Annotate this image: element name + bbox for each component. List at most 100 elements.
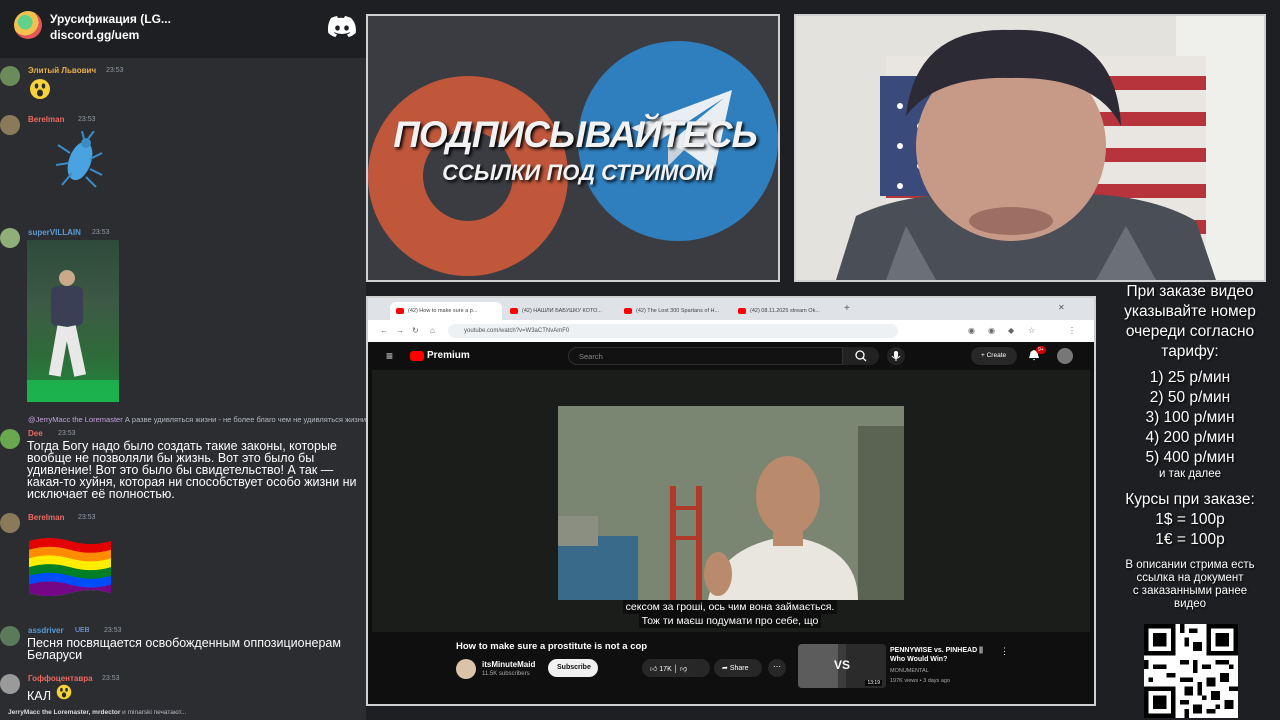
channel-avatar[interactable]: [456, 659, 476, 679]
video-title: How to make sure a prostitute is not a c…: [456, 641, 648, 652]
youtube-favicon-icon: [738, 308, 746, 314]
home-icon[interactable]: ⌂: [430, 326, 435, 335]
recommended-video-title[interactable]: PENNYWISE vs. PINHEAD || Who Would Win?: [890, 646, 990, 664]
cockroach-sticker-icon: [56, 131, 103, 188]
tariff-item: 4) 200 р/мин: [1145, 429, 1235, 446]
reply-username[interactable]: @JerryMacc the Loremaster: [28, 415, 123, 424]
username[interactable]: Элитый Львович: [28, 66, 96, 75]
browser-tab[interactable]: (42) 08.11.2025 stream Ok...: [732, 302, 844, 320]
user-avatar[interactable]: [0, 626, 20, 646]
subscribe-button[interactable]: Subscribe: [548, 659, 598, 677]
video-player[interactable]: [372, 370, 1090, 632]
youtube-header: ≡ Premium Search + Create 9+: [368, 342, 1094, 370]
rate-item: 1€ = 100р: [1155, 531, 1225, 548]
doc-text-line: видео: [1173, 598, 1207, 610]
dancing-video-attachment[interactable]: [27, 240, 119, 402]
share-button[interactable]: ➦ Share: [714, 659, 762, 677]
window-close-icon[interactable]: ✕: [1058, 303, 1065, 312]
message-text: Песня посвящается освобожденным оппозици…: [27, 636, 341, 662]
like-button[interactable]: 👍︎ 17K │ 👎︎: [642, 659, 710, 677]
server-name: Урусификация (LG...: [50, 12, 171, 26]
create-label: Create: [986, 352, 1007, 359]
share-icon: ➦: [722, 665, 728, 672]
tab-label: (42) 08.11.2025 stream Ok...: [750, 308, 820, 314]
forward-icon[interactable]: →: [396, 326, 404, 335]
thumbs-up-icon: 👍︎: [650, 666, 658, 673]
emoji-face-icon: [56, 684, 72, 700]
user-avatar[interactable]: [0, 513, 20, 533]
tariff-item: 5) 400 р/мин: [1145, 449, 1235, 466]
timestamp: 23:53: [102, 675, 120, 682]
browser-tab[interactable]: (42) How to make sure a p...: [390, 302, 502, 320]
recommended-video-channel[interactable]: MONUMENTAL: [890, 668, 929, 674]
rate-item: 1$ = 100р: [1155, 511, 1225, 528]
promo-headline: ПОДПИСЫВАЙТЕСЬ: [393, 114, 757, 155]
tariff-item: 1) 25 р/мин: [1149, 369, 1231, 386]
create-button[interactable]: + Create: [971, 347, 1017, 365]
hamburger-menu-icon[interactable]: ≡: [386, 349, 393, 363]
tab-label: (42) The Lost 300 Spartans of H...: [636, 308, 720, 314]
url-field[interactable]: youtube.com/watch?v=W3aCTNvAmF0: [448, 324, 898, 338]
browser-tab-strip: (42) How to make sure a p... (42) НАШЛИ …: [368, 298, 1094, 320]
channel-name[interactable]: itsMinuteMaid: [482, 660, 535, 669]
reply-text: А разве удивляться жизни - не более благ…: [124, 415, 366, 424]
typing-names: JerryMacc the Loremaster, mrdector: [8, 709, 121, 716]
user-avatar[interactable]: [0, 228, 20, 248]
tariff-item: 2) 50 р/мин: [1149, 389, 1231, 406]
thumbs-down-icon[interactable]: │ 👎︎: [674, 666, 687, 673]
rates-title: Курсы при заказе:: [1125, 491, 1255, 508]
video-content-image: [558, 406, 904, 600]
tab-label: (42) How to make sure a p...: [408, 308, 478, 314]
order-text-line: тарифу:: [1161, 343, 1219, 360]
webcam-image: [796, 16, 1264, 280]
extension-icon[interactable]: ◉: [968, 326, 975, 335]
video-frame[interactable]: [558, 406, 904, 600]
server-header[interactable]: Урусификация (LG... discord.gg/uem: [0, 0, 366, 58]
username[interactable]: Berelman: [28, 513, 64, 522]
chat-message: assdriver UEB 23:53 Песня посвящается ос…: [0, 624, 366, 664]
back-icon[interactable]: ←: [380, 326, 388, 335]
tab-label: (42) НАШЛИ БАБУШКУ КОТО...: [522, 308, 602, 314]
username[interactable]: Berelman: [28, 115, 64, 124]
discord-chat-panel: Урусификация (LG... discord.gg/uem Элиты…: [0, 0, 366, 720]
reload-icon[interactable]: ↻: [412, 326, 419, 335]
timestamp: 23:53: [78, 116, 96, 123]
user-avatar[interactable]: [0, 66, 20, 86]
subscribe-promo-panel: ПОДПИСЫВАЙТЕСЬ ССЫЛКИ ПОД СТРИМОМ: [366, 14, 780, 282]
typing-text: и minarski печатают...: [120, 709, 187, 716]
youtube-favicon-icon: [510, 308, 518, 314]
qr-code-image: [1144, 624, 1238, 718]
channel-subscribers: 11.5K subscribers: [482, 671, 530, 677]
timestamp: 23:53: [106, 67, 124, 74]
user-avatar[interactable]: [0, 674, 20, 694]
youtube-logo-icon[interactable]: [410, 351, 424, 361]
search-input[interactable]: Search: [568, 347, 843, 365]
user-avatar[interactable]: [0, 429, 20, 449]
microphone-button[interactable]: [887, 347, 905, 365]
username[interactable]: assdriver: [28, 626, 64, 635]
browser-tab[interactable]: (42) The Lost 300 Spartans of H...: [618, 302, 730, 320]
username[interactable]: Гоффоцентавра: [28, 674, 93, 683]
pricing-info: При заказе видео указывайте номер очеред…: [1100, 282, 1280, 611]
recommended-more-icon[interactable]: ⋮: [1000, 646, 1009, 657]
server-invite-link[interactable]: discord.gg/uem: [50, 28, 139, 42]
youtube-logo-text[interactable]: Premium: [427, 350, 470, 361]
recommended-video-thumbnail[interactable]: VS 13:19: [798, 644, 886, 688]
user-avatar[interactable]: [0, 115, 20, 135]
extension-icon[interactable]: ◉: [988, 326, 995, 335]
browser-menu-icon[interactable]: ⋮: [1068, 326, 1076, 335]
search-button[interactable]: [843, 347, 879, 365]
timestamp: 23:53: [78, 514, 96, 521]
username[interactable]: Dee: [28, 429, 43, 438]
recommended-video-meta: 197K views • 3 days ago: [890, 678, 951, 684]
reply-preview[interactable]: @JerryMacc the Loremaster А разве удивля…: [28, 415, 366, 424]
extension-icon[interactable]: ◆: [1008, 326, 1014, 335]
browser-tab[interactable]: (42) НАШЛИ БАБУШКУ КОТО...: [504, 302, 616, 320]
username[interactable]: superVILLAIN: [28, 228, 81, 237]
account-avatar[interactable]: [1057, 348, 1073, 364]
new-tab-button[interactable]: +: [844, 303, 850, 314]
timestamp: 23:53: [104, 627, 122, 634]
subtitle-line-2: Тож ти маєш подумати про себе, що: [638, 614, 822, 628]
more-actions-button[interactable]: ⋯: [768, 659, 786, 677]
bookmarks-icon[interactable]: ☆: [1028, 326, 1035, 335]
